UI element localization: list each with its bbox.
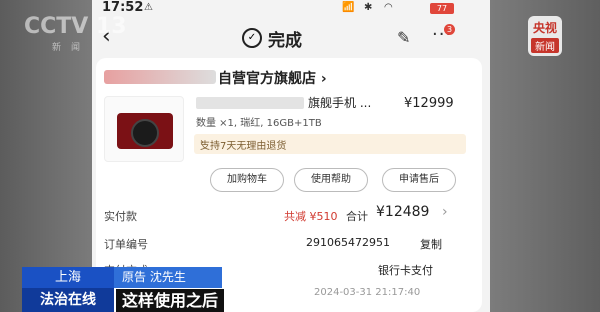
add-to-cart-button[interactable]: 加购物车 (210, 168, 284, 192)
payment-method: 银行卡支付 (378, 264, 433, 277)
product-price: ¥12999 (404, 96, 454, 111)
news-logo-top: 央视 (532, 21, 557, 35)
order-number-label: 订单编号 (104, 238, 148, 251)
program-logo: 法治在线 (22, 288, 114, 312)
notification-badge: 3 (444, 24, 455, 35)
chevron-right-icon: › (200, 137, 204, 148)
cctv-logo: CCTV 13 (24, 14, 127, 39)
chevron-right-icon[interactable]: › (442, 204, 448, 220)
order-number: 291065472951 (306, 236, 390, 249)
location-tag: 上海 (22, 267, 114, 288)
phone-image (117, 113, 173, 149)
cctv-logo-subtitle: 新闻 (52, 43, 91, 53)
signal-icon: 📶 (342, 2, 355, 13)
wifi-icon: ◠ (384, 2, 393, 13)
total-label: 合计 (346, 210, 368, 223)
notification-icon: ⚠ (144, 2, 153, 13)
discount-amount: 共减 ¥510 (284, 210, 338, 223)
status-time: 17:52 (102, 0, 144, 15)
return-policy-banner[interactable]: 支持7天无理由退货 › (194, 134, 466, 154)
blurred-product-prefix (196, 97, 304, 109)
product-specs: 数量 ×1, 瑞红, 16GB+1TB (196, 118, 322, 129)
edit-icon[interactable]: ✎ (397, 28, 410, 47)
help-button[interactable]: 使用帮助 (294, 168, 368, 192)
battery-indicator: 77 (430, 3, 454, 14)
news-logo-bottom: 新闻 (531, 38, 559, 53)
product-title[interactable]: 旗舰手机 ... (308, 94, 371, 111)
payment-time: 2024-03-31 21:17:40 (314, 287, 421, 298)
page-title: 完成 (268, 31, 302, 51)
after-sales-button[interactable]: 申请售后 (382, 168, 456, 192)
bluetooth-icon: ✱ (364, 2, 373, 13)
nav-bar: ‹ ✓ 完成 ✎ ··· 3 (92, 18, 490, 58)
phone-screen: 17:52 ⚠ 📶 ✱ ◠ 77 ‹ ✓ 完成 ✎ ··· 3 自营官方旗舰店 … (92, 0, 490, 312)
cctv-news-logo: 央视 新闻 (528, 16, 562, 56)
paid-label: 实付款 (104, 210, 137, 223)
copy-button[interactable]: 复制 (420, 236, 442, 252)
store-name-link[interactable]: 自营官方旗舰店 › (218, 68, 327, 88)
product-thumbnail[interactable] (104, 96, 184, 162)
blurred-store-prefix (104, 70, 216, 84)
total-amount: ¥12489 (376, 204, 430, 220)
status-bar: 17:52 ⚠ 📶 ✱ ◠ 77 (92, 0, 490, 18)
check-circle-icon: ✓ (242, 28, 262, 48)
speaker-tag: 原告 沈先生 (114, 267, 222, 288)
video-subtitle: 这样使用之后 (116, 289, 225, 312)
